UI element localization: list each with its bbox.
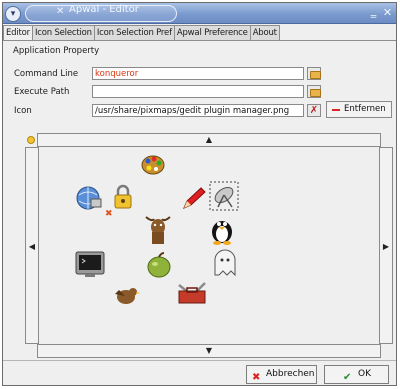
terminal-monitor-icon[interactable] [75, 250, 105, 278]
execute-path-browse-button[interactable] [307, 85, 321, 98]
execute-path-label: Execute Path [14, 87, 70, 97]
folder-icon [310, 71, 321, 79]
command-line-label: Command Line [14, 69, 79, 79]
tab-about[interactable]: About [249, 25, 280, 40]
satellite-dish-icon[interactable] [209, 181, 239, 211]
minus-icon [332, 109, 340, 111]
minimize-button[interactable]: ‗ [368, 6, 379, 18]
editor-window: ▾ ✕ Apwal - Editor ‗ ✕ Editor Icon Selec… [2, 2, 397, 386]
scroll-down-button[interactable]: ▼ [37, 344, 381, 358]
remove-button-label: Entfernen [344, 104, 386, 114]
scroll-right-button[interactable]: ▶ [379, 147, 393, 344]
tux-penguin-icon[interactable] [209, 215, 235, 245]
clear-icon-button[interactable]: ✗ [307, 104, 321, 117]
cancel-icon: ✖ [252, 372, 261, 383]
toolbox-icon[interactable] [175, 279, 209, 307]
small-tools-icon: ✖ [105, 209, 113, 219]
command-line-browse-button[interactable] [307, 67, 321, 80]
icon-path-input[interactable]: /usr/share/pixmaps/gedit plugin manager.… [92, 104, 304, 117]
tab-icon-selection[interactable]: Icon Selection [31, 25, 95, 40]
title-close-icon: ✕ [56, 6, 65, 17]
icon-grid[interactable]: ✖ [39, 147, 379, 344]
window-menu-button[interactable]: ▾ [5, 6, 21, 22]
close-button[interactable]: ✕ [382, 7, 393, 18]
icon-label: Icon [14, 106, 32, 116]
bird-icon[interactable] [111, 280, 141, 310]
ghost-icon[interactable] [213, 249, 237, 277]
tab-editor[interactable]: Editor [3, 25, 33, 41]
window-title: Apwal - Editor [69, 4, 139, 15]
separator [3, 360, 396, 361]
network-globe-icon[interactable] [75, 185, 103, 211]
checkmark-icon: ✔ [343, 372, 352, 383]
title-bar[interactable]: ▾ ✕ Apwal - Editor ‗ ✕ [3, 3, 396, 24]
scroll-up-button[interactable]: ▲ [37, 133, 381, 147]
command-line-input[interactable]: konqueror [92, 67, 304, 80]
padlock-icon[interactable] [112, 184, 134, 210]
gnu-mascot-icon[interactable] [143, 213, 173, 245]
cancel-button[interactable]: ✖ Abbrechen [246, 365, 317, 384]
tab-bar: Editor Icon Selection Icon Selection Pre… [3, 25, 280, 41]
paint-palette-icon[interactable] [141, 154, 165, 176]
folder-icon [310, 89, 321, 97]
tab-apwal-preference[interactable]: Apwal Preference [173, 25, 251, 40]
window-menu-icon: ▾ [10, 9, 16, 19]
cancel-button-label: Abbrechen [266, 369, 315, 379]
lightbulb-icon [27, 136, 35, 144]
ok-button[interactable]: ✔ OK [324, 365, 389, 384]
execute-path-input[interactable] [92, 85, 304, 98]
remove-button[interactable]: Entfernen [326, 101, 392, 118]
apple-icon[interactable] [146, 251, 172, 279]
application-property-title: Application Property [13, 46, 100, 56]
ok-button-label: OK [358, 369, 371, 379]
tab-icon-selection-pref[interactable]: Icon Selection Pref [93, 25, 175, 40]
scroll-left-button[interactable]: ◀ [25, 147, 39, 344]
pencil-icon[interactable] [179, 185, 207, 211]
